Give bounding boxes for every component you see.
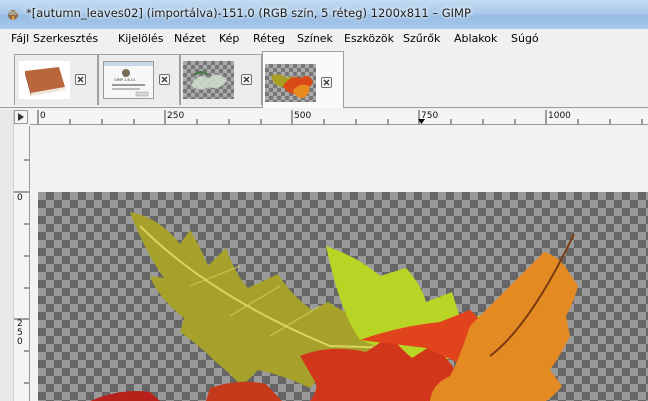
title-bar[interactable]: *[autumn_leaves02] (importálva)-151.0 (R… [0, 0, 648, 29]
tab-close-button[interactable] [241, 74, 252, 85]
image-tab-4-active[interactable] [262, 51, 344, 108]
left-dock-edge [0, 110, 14, 401]
image-tab-1[interactable] [14, 54, 98, 105]
menu-bar: Fájl Szerkesztés Kijelölés Nézet Kép Rét… [0, 29, 648, 51]
menu-layer[interactable]: Réteg [253, 32, 285, 45]
tab-thumbnail [265, 64, 316, 102]
vertical-ruler[interactable]: 0 250 [14, 126, 30, 401]
ruler-label: 0 [17, 193, 23, 203]
tab-close-button[interactable] [321, 77, 332, 88]
play-icon [18, 113, 24, 121]
menu-file[interactable]: Fájl [11, 32, 29, 45]
tab-close-button[interactable] [159, 74, 170, 85]
ruler-label: 250 [17, 319, 23, 347]
ruler-ticks [14, 159, 29, 384]
menu-filters[interactable]: Szűrők [403, 32, 440, 45]
menu-help[interactable]: Súgó [511, 32, 539, 45]
close-icon [77, 76, 84, 83]
menu-image[interactable]: Kép [219, 32, 239, 45]
ruler-label: 500 [294, 111, 312, 121]
horizontal-ruler[interactable]: 0 250 500 750 1000 [30, 110, 648, 125]
ruler-label: 0 [40, 111, 46, 121]
tab-thumbnail [19, 61, 70, 99]
window-title: *[autumn_leaves02] (importálva)-151.0 (R… [26, 6, 471, 20]
close-icon [161, 76, 168, 83]
menu-tools[interactable]: Eszközök [344, 32, 394, 45]
image-tab-3[interactable] [180, 54, 262, 105]
tab-thumbnail-text: GIMP 2.8.14 [114, 78, 136, 82]
autumn-leaves-image [90, 212, 578, 401]
close-icon [323, 79, 330, 86]
menu-colors[interactable]: Színek [297, 32, 333, 45]
ruler-label: 250 [167, 111, 185, 121]
menu-windows[interactable]: Ablakok [454, 32, 497, 45]
tab-thumbnail [183, 61, 234, 99]
image-tab-2[interactable]: GIMP 2.8.14 [98, 54, 180, 105]
close-icon [243, 76, 250, 83]
image-tab-bar: GIMP 2.8.14 [0, 50, 648, 108]
ruler-label: 1000 [548, 111, 571, 121]
menu-select[interactable]: Kijelölés [118, 32, 163, 45]
tab-close-button[interactable] [75, 74, 86, 85]
gimp-icon [8, 10, 18, 20]
menu-view[interactable]: Nézet [174, 32, 206, 45]
tab-thumbnail: GIMP 2.8.14 [103, 61, 154, 99]
ruler-label: 750 [421, 111, 439, 121]
image-canvas[interactable] [30, 126, 648, 401]
menu-edit[interactable]: Szerkesztés [33, 32, 98, 45]
quick-mask-toggle[interactable] [14, 110, 28, 124]
